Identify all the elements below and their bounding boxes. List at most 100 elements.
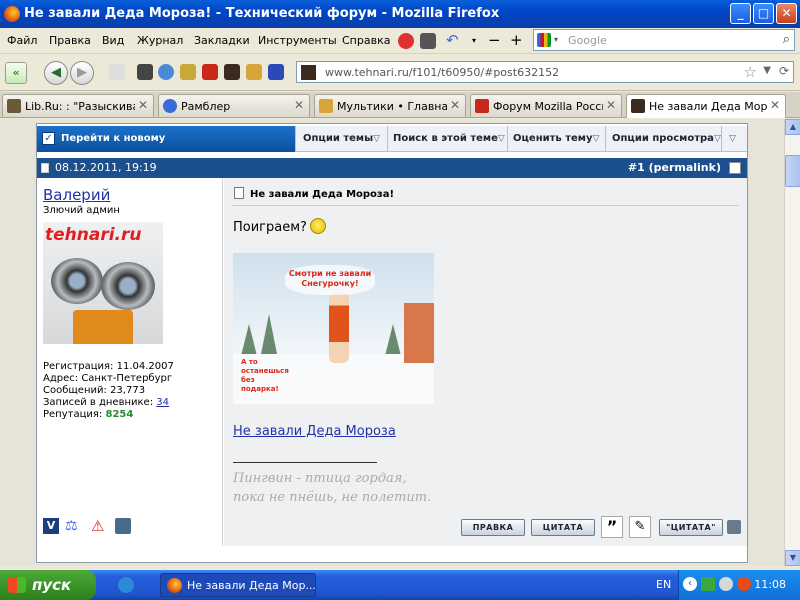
tab-active-post[interactable]: Не завали Деда Мор... ✕ [626, 94, 786, 118]
go-icon[interactable]: ⟳ [779, 64, 789, 78]
zoom-in-icon[interactable]: + [510, 33, 526, 49]
post-body: Не завали Деда Мороза! Поиграем? Смотри … [224, 178, 747, 546]
undo-dropdown-icon[interactable]: ▾ [472, 33, 488, 49]
view-options-menu[interactable]: Опции просмотра▽ [612, 133, 721, 144]
search-engine-dropdown-icon[interactable]: ▾ [554, 35, 558, 44]
thanks-icon[interactable] [727, 520, 741, 534]
more-options-menu[interactable]: ▽ [729, 133, 736, 144]
quicklaunch-ie-icon[interactable] [118, 577, 134, 593]
avatar[interactable]: tehnari.ru [43, 222, 163, 344]
quick-reply-icon[interactable]: ✎ [629, 516, 651, 538]
zoom-out-icon[interactable]: − [488, 33, 504, 49]
quick-quote-button[interactable]: "ЦИТАТА" [659, 519, 723, 536]
language-indicator[interactable]: EN [656, 578, 671, 591]
menu-bookmarks[interactable]: Закладки [194, 34, 250, 47]
game-link[interactable]: Не завали Деда Мороза [233, 424, 396, 439]
page-content: ✓ Перейти к новому Опции темы▽ Поиск в э… [0, 119, 784, 566]
menu-help[interactable]: Справка [342, 34, 390, 47]
thread-options-bar: ✓ Перейти к новому Опции темы▽ Поиск в э… [37, 126, 747, 152]
permalink-link[interactable]: permalink [654, 161, 716, 174]
taskbar-firefox-item[interactable]: Не завали Деда Мор... [160, 573, 316, 597]
scroll-down-icon[interactable]: ▼ [785, 550, 800, 566]
report-icon[interactable]: ⚠ [91, 518, 107, 534]
option-label: Опции просмотра [612, 133, 714, 144]
bookmark-star-icon[interactable]: ☆ [744, 63, 757, 81]
search-thread-menu[interactable]: Поиск в этой теме▽ [393, 133, 505, 144]
tab-close-icon[interactable]: ✕ [606, 98, 616, 112]
forward-button[interactable]: ▶ [70, 61, 94, 85]
tab-multiki[interactable]: Мультики • Главная... ✕ [314, 94, 466, 117]
tab-rambler[interactable]: Рамблер ✕ [158, 94, 310, 117]
reload-icon[interactable] [158, 64, 174, 80]
antivirus-icon[interactable] [737, 577, 751, 591]
post-number-link[interactable]: 1 [637, 161, 645, 174]
reputation-value: 8254 [105, 409, 134, 420]
back-button[interactable]: ◀ [44, 61, 68, 85]
adblock-icon[interactable] [398, 33, 414, 49]
undo-icon[interactable]: ↶ [446, 33, 462, 49]
tab-close-icon[interactable]: ✕ [138, 98, 148, 112]
tab-close-icon[interactable]: ✕ [770, 98, 780, 112]
menu-tools[interactable]: Инструменты [258, 34, 337, 47]
bookmark-icon-2[interactable] [202, 64, 218, 80]
start-button[interactable]: пуск [0, 570, 96, 600]
address-url[interactable]: www.tehnari.ru/f101/t60950/#post632152 [325, 66, 559, 79]
url-dropdown-icon[interactable]: ▼ [763, 65, 771, 76]
stat-value: 11.04.2007 [116, 361, 174, 372]
edit-button[interactable]: ПРАВКА [461, 519, 525, 536]
menu-file[interactable]: Файл [7, 34, 37, 47]
rate-thread-menu[interactable]: Оценить тему▽ [513, 133, 599, 144]
tab-mozilla-russia[interactable]: Форум Mozilla Россия ✕ [470, 94, 622, 117]
bookmark-icon-5[interactable] [268, 64, 284, 80]
home-icon[interactable] [137, 64, 153, 80]
reputation-icon[interactable]: ⚖ [65, 518, 81, 534]
multiquote-icon[interactable]: ” [601, 516, 623, 538]
menu-history[interactable]: Журнал [137, 34, 183, 47]
scroll-up-icon[interactable]: ▲ [785, 119, 800, 135]
sidebar-toggle-icon[interactable]: « [5, 62, 27, 84]
bookmark-icon-4[interactable] [246, 64, 262, 80]
google-icon[interactable] [537, 33, 551, 47]
tray-expand-icon[interactable]: ‹ [683, 577, 697, 591]
address-bar[interactable]: www.tehnari.ru/f101/t60950/#post632152 ☆… [296, 61, 794, 83]
addon-icon[interactable] [420, 33, 436, 49]
maximize-button[interactable]: □ [753, 3, 774, 24]
post-image[interactable]: Смотри не завали Снегурочку! А то остане… [233, 253, 434, 404]
volume-icon[interactable] [719, 577, 733, 591]
post-message: Поиграем? [233, 218, 326, 235]
menu-view[interactable]: Вид [102, 34, 124, 47]
taskbar-item-label: Не завали Деда Мор... [187, 579, 316, 592]
scroll-thumb[interactable] [785, 155, 800, 187]
vk-icon[interactable]: V [43, 518, 59, 534]
vertical-scrollbar[interactable]: ▲ ▼ [784, 119, 800, 566]
ip-icon[interactable] [115, 518, 131, 534]
tab-close-icon[interactable]: ✕ [450, 98, 460, 112]
menu-edit[interactable]: Правка [49, 34, 91, 47]
bookmark-icon-1[interactable] [180, 64, 196, 80]
close-button[interactable]: ✕ [776, 3, 797, 24]
minimize-button[interactable]: _ [730, 3, 751, 24]
window-titlebar: Не завали Деда Мороза! - Технический фор… [0, 0, 800, 28]
tab-favicon [631, 99, 645, 113]
network-icon[interactable] [701, 577, 715, 591]
post-status-icon [41, 163, 49, 173]
diary-count-link[interactable]: 34 [156, 397, 169, 408]
window-title: Не завали Деда Мороза! - Технический фор… [24, 6, 500, 21]
search-box[interactable]: ▾ Google ⌕ [533, 29, 795, 51]
username-link[interactable]: Валерий [43, 186, 110, 204]
post-title: Не завали Деда Мороза! [234, 187, 394, 200]
search-icon[interactable]: ⌕ [783, 32, 790, 47]
bookmark-icon-3[interactable] [224, 64, 240, 80]
tab-close-icon[interactable]: ✕ [294, 98, 304, 112]
image-figure [329, 293, 349, 363]
stop-icon[interactable] [109, 64, 125, 80]
thread-options-menu[interactable]: Опции темы▽ [303, 133, 380, 144]
post-number-prefix: # [627, 161, 638, 174]
tab-libru[interactable]: Lib.Ru: : "Разыскива... ✕ [2, 94, 154, 117]
image-house [404, 303, 434, 363]
quote-button[interactable]: ЦИТАТА [531, 519, 595, 536]
tab-bar: Lib.Ru: : "Разыскива... ✕ Рамблер ✕ Муль… [0, 92, 800, 118]
goto-new-button[interactable]: ✓ Перейти к новому [37, 126, 295, 152]
post-select-checkbox[interactable] [729, 162, 741, 174]
image-caption-top: Смотри не завали Снегурочку! [285, 265, 375, 295]
